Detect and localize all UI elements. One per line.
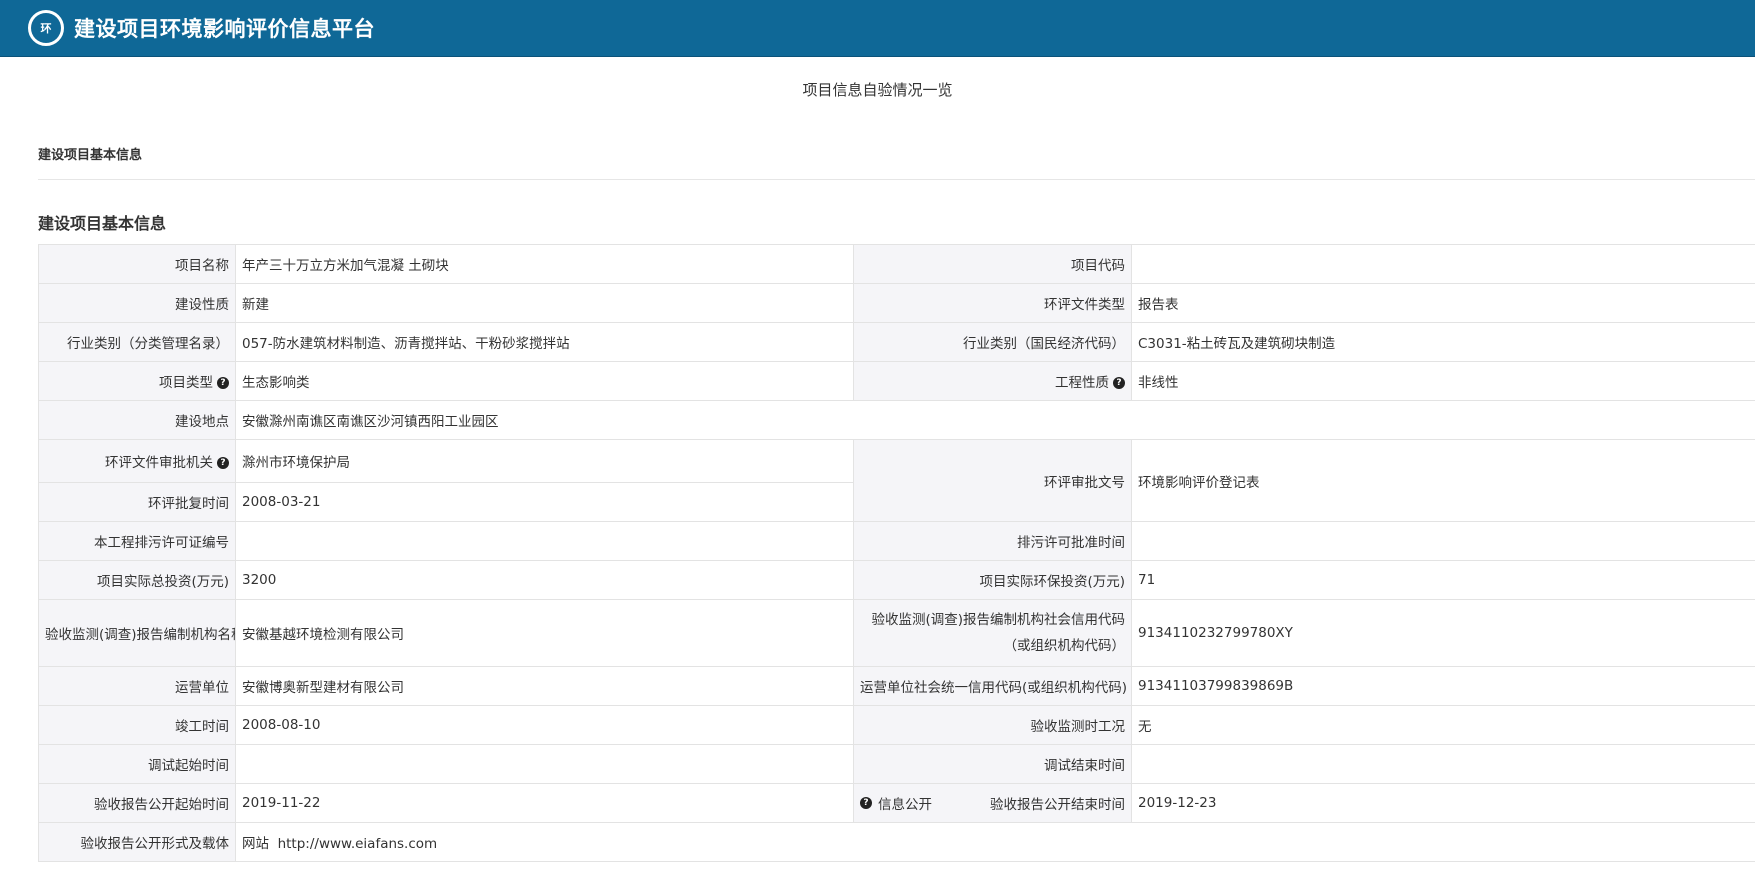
field-value: 057-防水建筑材料制造、沥青搅拌站、干粉砂浆搅拌站 — [235, 322, 854, 362]
table-row: 行业类别（分类管理名录） 057-防水建筑材料制造、沥青搅拌站、干粉砂浆搅拌站 … — [38, 322, 1755, 362]
field-value: 2019-11-22 — [235, 783, 854, 823]
field-label: 环评文件审批机关? — [38, 439, 236, 483]
field-value: C3031-粘土砖瓦及建筑砌块制造 — [1131, 322, 1755, 362]
question-circle-icon[interactable]: ? — [1113, 377, 1125, 389]
field-label: 项目类型? — [38, 361, 236, 401]
table-row: 验收报告公开形式及载体 网站 http://www.eiafans.com — [38, 822, 1755, 862]
info-disclosure-link[interactable]: ? 信息公开 — [860, 793, 932, 813]
field-value: 新建 — [235, 283, 854, 323]
project-info-table: 项目名称 年产三十万立方米加气混凝 土砌块 项目代码 建设性质 新建 环评文件类… — [38, 244, 1755, 862]
field-label: 行业类别（国民经济代码） — [853, 322, 1132, 362]
table-row: 运营单位 安徽博奥新型建材有限公司 运营单位社会统一信用代码(或组织机构代码) … — [38, 666, 1755, 706]
field-value: 年产三十万立方米加气混凝 土砌块 — [235, 244, 854, 284]
field-value: 安徽博奥新型建材有限公司 — [235, 666, 854, 706]
field-value — [235, 744, 854, 784]
field-label: 建设地点 — [38, 400, 236, 440]
field-label: 环评文件类型 — [853, 283, 1132, 323]
field-value: 71 — [1131, 560, 1755, 600]
field-value: 无 — [1131, 705, 1755, 745]
field-value: 9134110232799780XY — [1131, 599, 1755, 667]
field-label: 验收监测(调查)报告编制机构名称 — [38, 599, 236, 667]
table-row: 调试起始时间 调试结束时间 — [38, 744, 1755, 784]
field-value: 3200 — [235, 560, 854, 600]
field-label: 项目名称 — [38, 244, 236, 284]
field-label: 运营单位社会统一信用代码(或组织机构代码) — [853, 666, 1132, 706]
field-value: 2008-08-10 — [235, 705, 854, 745]
field-label: 项目代码 — [853, 244, 1132, 284]
section-header: 建设项目基本信息 — [38, 144, 1755, 180]
field-label: 环评批复时间 — [38, 482, 236, 522]
field-label: 调试结束时间 — [853, 744, 1132, 784]
field-label: 行业类别（分类管理名录） — [38, 322, 236, 362]
field-value — [1131, 744, 1755, 784]
question-circle-icon[interactable]: ? — [860, 797, 872, 809]
field-label: 验收监测时工况 — [853, 705, 1132, 745]
field-value: 安徽滁州南谯区南谯区沙河镇西阳工业园区 — [235, 400, 1755, 440]
section-title: 建设项目基本信息 — [38, 214, 167, 233]
field-label: 验收报告公开起始时间 — [38, 783, 236, 823]
page-title: 项目信息自验情况一览 — [802, 81, 953, 99]
field-value: 网站 http://www.eiafans.com — [235, 822, 1755, 862]
field-value: 2008-03-21 — [235, 482, 854, 522]
field-label: 项目实际总投资(万元) — [38, 560, 236, 600]
table-row: 项目名称 年产三十万立方米加气混凝 土砌块 项目代码 — [38, 244, 1755, 284]
table-row: 建设性质 新建 环评文件类型 报告表 — [38, 283, 1755, 323]
field-value: 2019-12-23 — [1131, 783, 1755, 823]
field-value: 91341103799839869B — [1131, 666, 1755, 706]
table-row: 本工程排污许可证编号 排污许可批准时间 — [38, 521, 1755, 561]
table-row: 竣工时间 2008-08-10 验收监测时工况 无 — [38, 705, 1755, 745]
field-label: ? 信息公开 验收报告公开结束时间 — [853, 783, 1132, 823]
field-value: 环境影响评价登记表 — [1131, 439, 1755, 522]
field-value — [1131, 244, 1755, 284]
field-label: 建设性质 — [38, 283, 236, 323]
field-label: 工程性质? — [853, 361, 1132, 401]
app-title: 建设项目环境影响评价信息平台 — [74, 17, 375, 41]
table-row: 环评文件审批机关? 滁州市环境保护局 环评审批文号 环境影响评价登记表 — [38, 439, 1755, 522]
table-row: 建设地点 安徽滁州南谯区南谯区沙河镇西阳工业园区 — [38, 400, 1755, 440]
field-label: 验收监测(调查)报告编制机构社会信用代码（或组织机构代码） — [853, 599, 1132, 667]
table-row: 项目类型? 生态影响类 工程性质? 非线性 — [38, 361, 1755, 401]
field-value — [235, 521, 854, 561]
field-label: 环评审批文号 — [853, 439, 1132, 522]
field-label: 调试起始时间 — [38, 744, 236, 784]
field-value: 报告表 — [1131, 283, 1755, 323]
field-label: 本工程排污许可证编号 — [38, 521, 236, 561]
environment-emblem-icon: 环 — [28, 10, 64, 46]
field-label: 竣工时间 — [38, 705, 236, 745]
table-row: 验收报告公开起始时间 2019-11-22 ? 信息公开 验收报告公开结束时间 … — [38, 783, 1755, 823]
top-header-bar: 环 建设项目环境影响评价信息平台 — [0, 0, 1755, 57]
table-row: 验收监测(调查)报告编制机构名称 安徽基越环境检测有限公司 验收监测(调查)报告… — [38, 599, 1755, 667]
field-value: 非线性 — [1131, 361, 1755, 401]
field-value — [1131, 521, 1755, 561]
question-circle-icon[interactable]: ? — [217, 457, 229, 469]
field-label: 运营单位 — [38, 666, 236, 706]
field-value: 安徽基越环境检测有限公司 — [235, 599, 854, 667]
field-value: 生态影响类 — [235, 361, 854, 401]
field-value: 滁州市环境保护局 — [235, 439, 854, 483]
question-circle-icon[interactable]: ? — [217, 377, 229, 389]
table-row: 项目实际总投资(万元) 3200 项目实际环保投资(万元) 71 — [38, 560, 1755, 600]
field-label: 验收报告公开形式及载体 — [38, 822, 236, 862]
public-disclosure-group: ? 信息公开 验收报告公开结束时间 — [860, 793, 1125, 813]
field-label: 项目实际环保投资(万元) — [853, 560, 1132, 600]
field-label: 排污许可批准时间 — [853, 521, 1132, 561]
